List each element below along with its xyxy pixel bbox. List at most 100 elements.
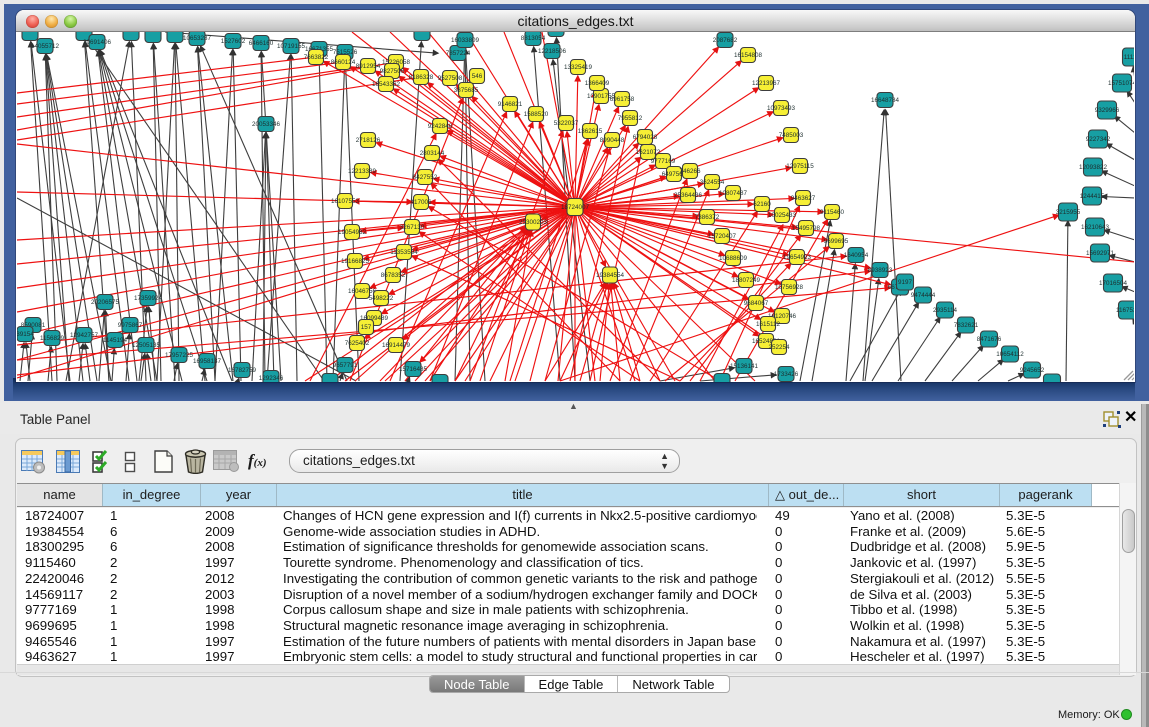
- svg-text:9474444: 9474444: [911, 292, 936, 299]
- svg-text:19384554: 19384554: [596, 272, 625, 279]
- svg-text:16210643: 16210643: [1081, 224, 1110, 231]
- svg-text:9242848: 9242848: [428, 123, 453, 130]
- svg-text:1733426: 1733426: [774, 371, 799, 378]
- svg-text:39154: 39154: [17, 331, 34, 338]
- svg-text:3624554: 3624554: [700, 179, 725, 186]
- svg-text:1588520: 1588520: [524, 111, 549, 118]
- svg-text:15136141: 15136141: [730, 363, 759, 370]
- svg-text:9777169: 9777169: [651, 158, 676, 165]
- svg-text:12213389: 12213389: [348, 168, 377, 175]
- svg-text:2718126: 2718126: [356, 137, 381, 144]
- svg-text:18807249: 18807249: [732, 277, 761, 284]
- svg-text:7857224: 7857224: [446, 50, 471, 57]
- svg-text:12975115: 12975115: [786, 163, 814, 170]
- svg-text:1615112: 1615112: [756, 321, 781, 328]
- svg-text:5498222: 5498222: [369, 295, 394, 302]
- svg-text:15751074: 15751074: [1108, 80, 1134, 87]
- svg-text:10719155: 10719155: [277, 43, 306, 50]
- svg-text:15720407: 15720407: [708, 233, 737, 240]
- svg-text:1366409: 1366409: [585, 80, 610, 87]
- svg-text:9463627: 9463627: [791, 195, 816, 202]
- svg-text:8813054: 8813054: [521, 35, 546, 42]
- svg-text:20053346: 20053346: [252, 121, 281, 128]
- svg-text:417006: 417006: [410, 199, 432, 206]
- svg-text:9245652: 9245652: [1020, 367, 1045, 374]
- svg-text:19166825: 19166825: [341, 258, 370, 265]
- svg-text:11353594: 11353594: [390, 249, 418, 256]
- svg-text:16914479: 16914479: [382, 342, 411, 349]
- svg-text:9684067: 9684067: [744, 300, 769, 307]
- svg-text:20691406: 20691406: [83, 39, 112, 46]
- svg-text:8990448: 8990448: [600, 137, 625, 144]
- svg-text:10025433: 10025433: [768, 212, 797, 219]
- svg-text:8660124: 8660124: [331, 59, 356, 66]
- svg-text:10973493: 10973493: [767, 105, 796, 112]
- svg-text:7485003: 7485003: [779, 132, 804, 139]
- svg-text:2803144: 2803144: [420, 150, 445, 157]
- svg-text:17957225: 17957225: [165, 352, 194, 359]
- svg-text:8427552: 8427552: [413, 174, 438, 181]
- svg-text:16107553: 16107553: [331, 198, 360, 205]
- svg-text:8678352: 8678352: [381, 272, 406, 279]
- svg-text:10654112: 10654112: [996, 351, 1024, 358]
- svg-text:10653287: 10653287: [183, 35, 212, 42]
- svg-text:9197: 9197: [898, 279, 913, 286]
- svg-text:25300203: 25300203: [519, 219, 548, 226]
- svg-text:9527508: 9527508: [438, 75, 463, 82]
- svg-text:5322037: 5322037: [554, 120, 579, 127]
- svg-text:9115460: 9115460: [820, 209, 845, 216]
- svg-text:19054982: 19054982: [338, 229, 367, 236]
- svg-text:2935114: 2935114: [933, 307, 958, 314]
- svg-text:9227342: 9227342: [1086, 136, 1111, 143]
- svg-text:10756928: 10756928: [775, 284, 804, 291]
- svg-text:1156829: 1156829: [40, 335, 65, 342]
- svg-text:16782759: 16782759: [228, 367, 257, 374]
- svg-text:8186328: 8186328: [409, 74, 434, 81]
- svg-text:16033809: 16033809: [451, 37, 480, 44]
- svg-text:25364436: 25364436: [674, 192, 703, 199]
- svg-text:12505135: 12505135: [132, 342, 161, 349]
- svg-text:7386372: 7386372: [695, 214, 720, 221]
- svg-text:9146821: 9146821: [498, 101, 523, 108]
- svg-text:16648784: 16648784: [871, 97, 900, 104]
- svg-text:1362615: 1362615: [578, 128, 603, 135]
- svg-text:157: 157: [361, 324, 372, 331]
- svg-text:7955812: 7955812: [618, 115, 643, 122]
- svg-text:16543362: 16543362: [372, 81, 401, 88]
- svg-text:1244415: 1244415: [1080, 193, 1105, 200]
- svg-text:16154808: 16154808: [734, 52, 763, 59]
- svg-text:17016504: 17016504: [1099, 280, 1128, 287]
- svg-text:15716485: 15716485: [399, 366, 428, 373]
- svg-text:8912954: 8912954: [356, 63, 381, 70]
- svg-text:9975867: 9975867: [118, 322, 143, 329]
- svg-text:3267130: 3267130: [400, 224, 425, 231]
- svg-text:6961758: 6961758: [610, 96, 635, 103]
- svg-text:14055712: 14055712: [31, 43, 60, 50]
- svg-text:3215955: 3215955: [1056, 209, 1081, 216]
- svg-text:18724007: 18724007: [561, 204, 590, 211]
- svg-text:7832621: 7832621: [954, 322, 979, 329]
- svg-text:10688609: 10688609: [719, 255, 748, 262]
- svg-text:9827506: 9827506: [380, 68, 405, 75]
- svg-text:19654923: 19654923: [783, 254, 812, 261]
- svg-text:9329966: 9329966: [1095, 107, 1120, 114]
- svg-text:7625402: 7625402: [345, 340, 370, 347]
- svg-text:546: 546: [472, 73, 483, 80]
- svg-text:9657791: 9657791: [333, 362, 358, 369]
- svg-text:2087682: 2087682: [713, 37, 738, 44]
- svg-text:16958137: 16958137: [193, 358, 222, 365]
- svg-text:8471676: 8471676: [977, 336, 1002, 343]
- svg-text:20206575: 20206575: [91, 299, 120, 306]
- svg-text:8938923: 8938923: [868, 267, 893, 274]
- svg-text:10807487: 10807487: [719, 190, 748, 197]
- svg-text:1640954: 1640954: [844, 252, 869, 259]
- svg-text:12093822: 12093822: [1079, 164, 1108, 171]
- svg-text:746266: 746266: [679, 168, 701, 175]
- svg-text:17359924: 17359924: [134, 295, 163, 302]
- svg-text:9699695: 9699695: [824, 238, 849, 245]
- svg-text:6794028: 6794028: [633, 134, 658, 141]
- svg-text:11124: 11124: [1124, 54, 1134, 61]
- svg-text:12213967: 12213967: [752, 80, 781, 87]
- svg-text:12942757: 12942757: [70, 332, 99, 339]
- svg-text:1167533: 1167533: [1116, 307, 1134, 314]
